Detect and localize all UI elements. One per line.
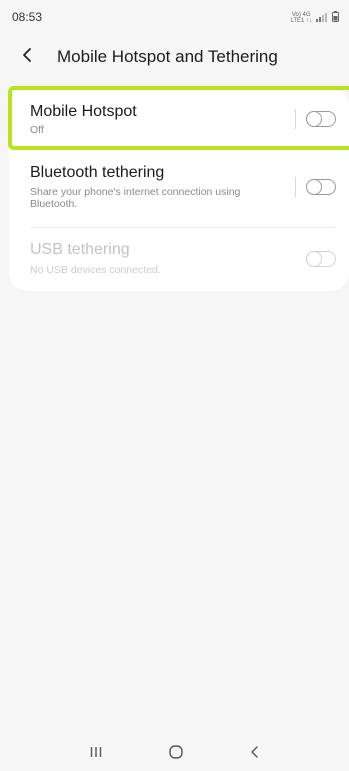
app-header: Mobile Hotspot and Tethering [0,34,349,78]
toggle-knob [305,250,322,267]
usb-tethering-toggle [305,250,336,267]
bluetooth-tethering-toggle[interactable] [305,178,336,195]
setting-row-mobile-hotspot[interactable]: Mobile Hotspot Off [9,88,349,150]
setting-title: Mobile Hotspot [30,103,137,120]
home-icon [169,745,183,759]
mobile-hotspot-toggle[interactable] [305,110,336,127]
signal-icon [316,9,328,27]
status-bar: 08:53 Vo) 4G LTE1 ↑↓ [0,0,349,30]
setting-row-bluetooth-tethering[interactable]: Bluetooth tethering Share your phone's i… [9,150,349,228]
setting-subtitle: No USB devices connected. [30,264,161,276]
setting-row-usb-tethering: USB tethering No USB devices connected. [9,228,349,288]
recents-button[interactable] [81,739,111,765]
home-button[interactable] [161,739,191,765]
recents-icon [90,747,102,757]
toggle-knob [305,110,322,127]
network-line-2: LTE1 ↑↓ [290,18,312,24]
settings-card: Mobile Hotspot Off Bluetooth tethering S… [9,88,349,291]
battery-icon [332,9,339,27]
back-icon [251,746,258,758]
setting-subtitle: Share your phone's internet connection u… [30,186,241,210]
vertical-divider [295,109,296,129]
setting-title: USB tethering [30,241,130,258]
vertical-divider [295,177,296,197]
toggle-knob [305,178,322,195]
back-button[interactable] [14,42,40,68]
setting-subtitle: Off [30,124,44,136]
network-type-indicator: Vo) 4G LTE1 ↑↓ [290,12,312,24]
setting-title: Bluetooth tethering [30,164,165,181]
chevron-left-icon [23,48,31,62]
status-time: 08:53 [12,10,43,24]
status-icons: Vo) 4G LTE1 ↑↓ [290,9,339,27]
nav-back-button[interactable] [240,739,270,765]
page-title: Mobile Hotspot and Tethering [57,47,278,66]
navigation-bar [0,735,349,771]
